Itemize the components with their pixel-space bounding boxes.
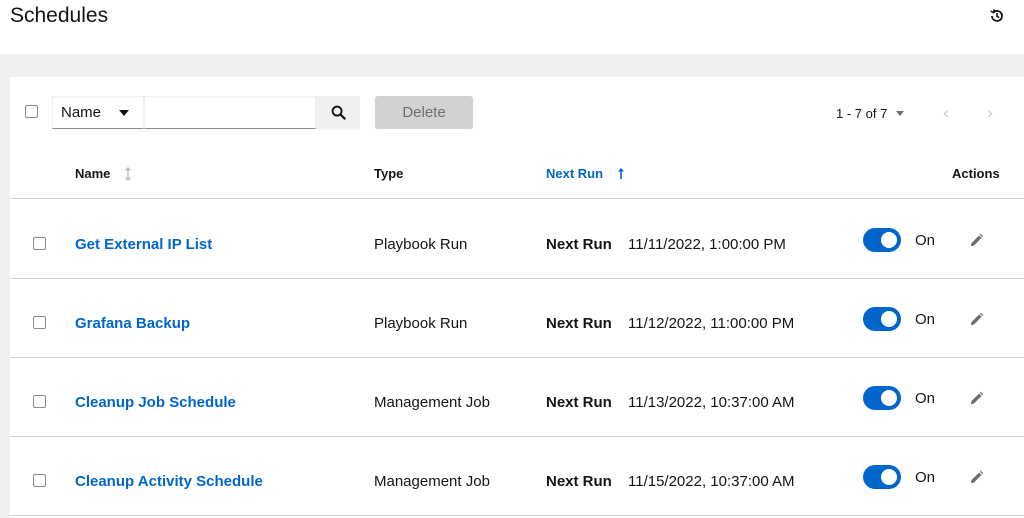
column-header-label: Type <box>374 166 404 181</box>
column-header-actions: Actions <box>952 166 1000 181</box>
previous-page-button[interactable]: ‹ <box>938 103 954 123</box>
pagination-range: 1 - 7 of 7 <box>836 105 888 121</box>
table-row: Cleanup Activity Schedule Management Job… <box>10 436 1024 516</box>
column-header-type: Type <box>374 166 403 181</box>
schedule-name-link[interactable]: Grafana Backup <box>75 315 190 332</box>
next-page-button[interactable]: › <box>982 103 998 123</box>
toolbar: Name Delete 1 - 7 of 7 ‹ › <box>10 77 1024 147</box>
edit-button[interactable] <box>966 230 986 250</box>
toggle-knob <box>881 469 897 485</box>
schedule-name-link[interactable]: Cleanup Job Schedule <box>75 394 236 411</box>
table-header: Name Type Next Run Actions <box>10 147 1024 199</box>
search-input[interactable] <box>144 96 316 129</box>
column-header-label: Actions <box>952 166 1000 181</box>
chevron-left-icon: ‹ <box>943 103 949 122</box>
schedule-type: Management Job <box>374 394 490 411</box>
toggle-label: On <box>915 390 936 407</box>
toggle-label: On <box>915 311 936 328</box>
next-run-label: Next Run <box>546 315 612 332</box>
schedule-name-link[interactable]: Get External IP List <box>75 236 212 253</box>
search-button[interactable] <box>316 96 360 129</box>
next-run-label: Next Run <box>546 236 612 253</box>
row-checkbox[interactable] <box>33 316 46 329</box>
caret-down-icon <box>119 110 129 116</box>
column-header-name[interactable]: Name <box>75 166 132 181</box>
table-row: Get External IP List Playbook Run Next R… <box>10 199 1024 279</box>
chevron-right-icon: › <box>987 103 993 122</box>
delete-button[interactable]: Delete <box>375 96 473 129</box>
schedule-toggle[interactable] <box>863 386 901 410</box>
next-run-value: 11/15/2022, 10:37:00 AM <box>628 473 795 490</box>
toggle-label: On <box>915 469 936 486</box>
table-row: Grafana Backup Playbook Run Next Run 11/… <box>10 278 1024 358</box>
search-icon <box>331 105 346 120</box>
filter-field-select[interactable]: Name <box>52 96 144 129</box>
next-run-label: Next Run <box>546 394 612 411</box>
sort-ascending-icon <box>617 167 625 180</box>
schedule-toggle[interactable] <box>863 465 901 489</box>
pencil-icon <box>970 233 983 246</box>
next-run-value: 11/11/2022, 1:00:00 PM <box>628 236 786 253</box>
filter-field-label: Name <box>61 104 102 121</box>
select-all-checkbox[interactable] <box>25 105 38 118</box>
schedule-name-link[interactable]: Cleanup Activity Schedule <box>75 473 263 490</box>
pencil-icon <box>970 312 983 325</box>
row-checkbox[interactable] <box>33 474 46 487</box>
column-header-label: Next Run <box>546 166 604 181</box>
row-checkbox[interactable] <box>33 395 46 408</box>
column-header-label: Name <box>75 166 111 181</box>
schedule-toggle[interactable] <box>863 228 901 252</box>
page-header: Schedules <box>0 0 1024 54</box>
edit-button[interactable] <box>966 388 986 408</box>
next-run-value: 11/12/2022, 11:00:00 PM <box>628 315 795 332</box>
pencil-icon <box>970 470 983 483</box>
history-icon <box>990 9 1003 22</box>
history-button[interactable] <box>986 5 1008 27</box>
schedule-type: Playbook Run <box>374 315 468 332</box>
pencil-icon <box>970 391 983 404</box>
row-checkbox[interactable] <box>33 237 46 250</box>
schedules-card: Name Delete 1 - 7 of 7 ‹ › Name Type Nex… <box>10 77 1024 518</box>
toggle-knob <box>881 232 897 248</box>
schedule-toggle[interactable] <box>863 307 901 331</box>
next-run-label: Next Run <box>546 473 612 490</box>
schedule-type: Management Job <box>374 473 490 490</box>
next-run-value: 11/13/2022, 10:37:00 AM <box>628 394 795 411</box>
column-header-next-run[interactable]: Next Run <box>546 166 625 181</box>
sort-icon <box>124 166 132 181</box>
schedule-type: Playbook Run <box>374 236 468 253</box>
toggle-label: On <box>915 232 936 249</box>
toggle-knob <box>881 311 897 327</box>
edit-button[interactable] <box>966 309 986 329</box>
edit-button[interactable] <box>966 467 986 487</box>
caret-down-icon <box>896 110 905 116</box>
page-title: Schedules <box>10 4 109 27</box>
pagination-toggle[interactable]: 1 - 7 of 7 <box>836 103 905 123</box>
table-row: Cleanup Job Schedule Management Job Next… <box>10 357 1024 437</box>
toggle-knob <box>881 390 897 406</box>
